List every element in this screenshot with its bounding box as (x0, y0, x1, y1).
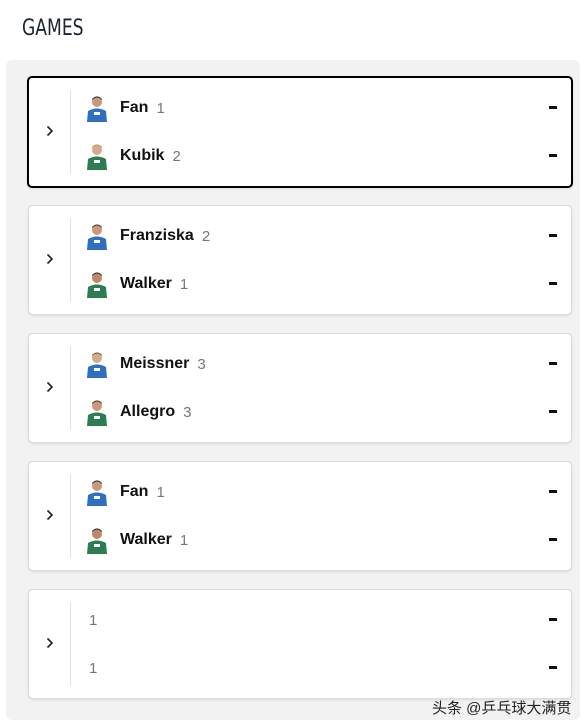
player-game-count: 3 (197, 355, 206, 373)
chevron-right-icon[interactable] (44, 506, 56, 524)
score-dash (549, 410, 557, 413)
player-game-count: 1 (89, 611, 98, 629)
page-title: GAMES (22, 16, 84, 41)
player-game-count: 1 (179, 275, 189, 293)
game-card-3[interactable]: Meissner 3 Allegro 3 (28, 333, 572, 443)
player-name: Meissner (120, 355, 190, 372)
player-row: Walker 1 (85, 269, 557, 299)
player-row: Fan 1 (85, 477, 557, 507)
player-row: 1 (85, 653, 557, 683)
player-game-count: 2 (172, 147, 181, 165)
player-avatar-green (85, 526, 109, 554)
player-row: Fan 1 (85, 93, 557, 123)
divider (70, 90, 71, 174)
divider (70, 602, 71, 686)
player-row: Kubik 2 (85, 141, 557, 171)
divider (70, 474, 71, 558)
player-game-count: 2 (201, 227, 211, 245)
player-avatar-blue (85, 94, 109, 122)
player-name: Walker (120, 531, 172, 548)
score-dash (549, 362, 557, 365)
watermark: 头条 @乒乓球大满贯 (432, 700, 572, 717)
player-row: 1 (85, 605, 557, 635)
game-card-5[interactable]: 1 1 (28, 589, 572, 699)
score-dash (549, 154, 557, 157)
chevron-right-icon[interactable] (44, 250, 56, 268)
player-game-count: 1 (89, 659, 98, 677)
score-dash (549, 490, 557, 493)
player-row: Walker 1 (85, 525, 557, 555)
player-name: Walker (120, 275, 172, 292)
score-dash (549, 618, 557, 621)
game-card-1[interactable]: Fan 1 Kubik 2 (27, 76, 573, 188)
player-avatar-blue (85, 478, 109, 506)
score-dash (549, 106, 557, 109)
player-game-count: 1 (156, 483, 165, 501)
player-row: Franziska 2 (85, 221, 557, 251)
player-game-count: 1 (156, 99, 165, 117)
player-game-count: 1 (179, 531, 189, 549)
player-game-count: 3 (183, 403, 192, 421)
score-dash (549, 234, 557, 237)
player-name: Fan (120, 483, 149, 500)
player-avatar-blue (85, 350, 109, 378)
player-avatar-green (85, 398, 109, 426)
divider (70, 218, 71, 302)
chevron-right-icon[interactable] (44, 122, 56, 140)
score-dash (549, 282, 557, 285)
player-name: Kubik (120, 147, 165, 164)
player-name: Allegro (120, 403, 176, 420)
games-panel: Fan 1 Kubik 2 Franziska 2 Walker 1 Meiss… (6, 60, 580, 720)
player-avatar-blue (85, 222, 109, 250)
player-row: Meissner 3 (85, 349, 557, 379)
player-row: Allegro 3 (85, 397, 557, 427)
player-name: Franziska (120, 227, 194, 244)
score-dash (549, 538, 557, 541)
score-dash (549, 666, 557, 669)
player-avatar-green (85, 142, 109, 170)
chevron-right-icon[interactable] (44, 634, 56, 652)
chevron-right-icon[interactable] (44, 378, 56, 396)
player-name: Fan (120, 99, 149, 116)
game-card-2[interactable]: Franziska 2 Walker 1 (28, 205, 572, 315)
player-avatar-green (85, 270, 109, 298)
game-card-4[interactable]: Fan 1 Walker 1 (28, 461, 572, 571)
divider (70, 346, 71, 430)
